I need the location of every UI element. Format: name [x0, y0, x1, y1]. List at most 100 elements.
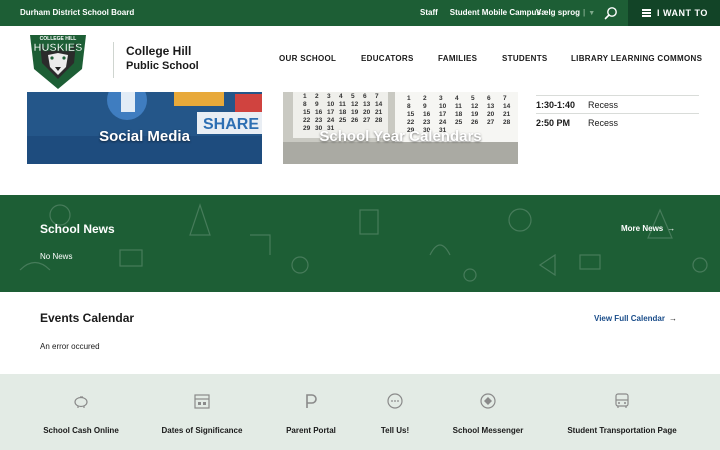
- quick-link-school-cash-online[interactable]: School Cash Online: [43, 392, 119, 435]
- language-separator: |: [583, 8, 586, 17]
- calendar-day-number: 5: [471, 95, 475, 102]
- events-calendar-title: Events Calendar: [40, 311, 135, 325]
- site-header: COLLEGE HILL HUSKIES College Hill Public…: [0, 26, 720, 90]
- view-full-calendar-link[interactable]: View Full Calendar →: [594, 314, 677, 323]
- schedule-time: 1:30-1:40: [536, 99, 576, 110]
- search-icon[interactable]: [604, 6, 618, 20]
- nav-educators[interactable]: EDUCATORS: [361, 54, 414, 63]
- social-media-card[interactable]: SHARE Social Media: [27, 92, 262, 164]
- calendar-day-number: 10: [439, 103, 447, 110]
- school-name-line2: Public School: [126, 60, 199, 72]
- piggy-bank-icon: [74, 396, 88, 408]
- calendar-day-number: 14: [503, 103, 511, 110]
- calendar-day-number: 6: [487, 95, 491, 102]
- calendar-day-number: 10: [327, 101, 335, 108]
- board-link[interactable]: Durham District School Board: [20, 8, 134, 17]
- calendar-day-number: 9: [315, 101, 319, 108]
- calendar-day-number: 24: [327, 117, 335, 124]
- calendar-day-number: 23: [315, 117, 323, 124]
- p-logo-icon: [306, 394, 317, 408]
- calendar-day-number: 5: [351, 93, 355, 100]
- schedule-event: Recess: [588, 99, 619, 110]
- school-logo[interactable]: COLLEGE HILL HUSKIES: [22, 29, 94, 91]
- quick-link-label: Student Transportation Page: [567, 426, 677, 435]
- calendar-day-number: 24: [439, 119, 447, 126]
- social-media-label: Social Media: [99, 128, 190, 145]
- calendar-day-number: 6: [363, 93, 367, 100]
- arrow-right-icon: →: [667, 224, 676, 233]
- calendar-day-number: 1: [407, 95, 411, 102]
- i-want-to-button[interactable]: I WANT TO: [628, 0, 720, 26]
- calendar-day-number: 3: [439, 95, 443, 102]
- calendar-day-number: 22: [303, 117, 311, 124]
- quick-link-label: School Messenger: [452, 426, 524, 435]
- quick-link-label: Parent Portal: [286, 426, 336, 435]
- quick-link-label: Dates of Significance: [161, 426, 243, 435]
- header-divider: [113, 42, 114, 78]
- calendar-day-number: 20: [363, 109, 371, 116]
- calendar-day-number: 12: [351, 101, 359, 108]
- calendar-day-number: 20: [487, 111, 495, 118]
- calendar-day-number: 14: [375, 101, 383, 108]
- calendar-day-number: 16: [315, 109, 323, 116]
- messenger-icon: [480, 393, 496, 409]
- calendar-day-number: 17: [439, 111, 447, 118]
- school-year-calendars-card[interactable]: 1 2 3 4 5 6 7 8 9 10 11 12 13 14 15 16 17 18 19 20 21 22 23 24 2…: [283, 92, 518, 164]
- nav-library-learning-commons[interactable]: LIBRARY LEARNING COMMONS: [571, 54, 702, 63]
- calendar-day-number: 16: [423, 111, 431, 118]
- bell-schedule: 1:30-1:40 Recess 2:50 PM Recess: [536, 95, 699, 131]
- calendar-day-number: 25: [339, 117, 347, 124]
- calendar-day-number: 11: [455, 103, 462, 110]
- more-news-link[interactable]: More News →: [621, 224, 675, 233]
- schedule-event: Recess: [588, 117, 619, 128]
- nav-students[interactable]: STUDENTS: [502, 54, 548, 63]
- calendar-day-number: 28: [503, 119, 511, 126]
- i-want-to-label: I WANT TO: [657, 8, 708, 18]
- calendar-day-number: 18: [339, 109, 347, 116]
- language-arrow-icon: ▼: [588, 10, 596, 17]
- calendar-day-number: 4: [455, 95, 459, 102]
- calendar-icon: [194, 394, 210, 409]
- quick-link-dates-of-significance[interactable]: Dates of Significance: [161, 392, 243, 435]
- utility-bar: Durham District School Board Staff Stude…: [0, 0, 720, 26]
- calendar-day-number: 4: [339, 93, 343, 100]
- language-selector[interactable]: Vælg sprog | ▼: [536, 8, 595, 17]
- quick-link-tell-us[interactable]: Tell Us!: [380, 392, 410, 435]
- utility-links: Staff Student Mobile Campus: [420, 8, 553, 17]
- calendar-day-number: 26: [351, 117, 359, 124]
- calendar-day-number: 8: [407, 103, 411, 110]
- calendar-day-number: 19: [351, 109, 359, 116]
- view-full-calendar-label: View Full Calendar: [594, 314, 665, 323]
- school-name[interactable]: College Hill Public School: [126, 44, 199, 74]
- school-name-line1: College Hill: [126, 44, 192, 58]
- student-mobile-campus-link[interactable]: Student Mobile Campus: [450, 8, 541, 17]
- quick-links-bar: School Cash Online Dates of Significance…: [0, 374, 720, 450]
- quick-link-student-transportation[interactable]: Student Transportation Page: [566, 392, 678, 435]
- quick-link-school-messenger[interactable]: School Messenger: [452, 392, 524, 435]
- calendar-day-number: 3: [327, 93, 331, 100]
- calendar-day-number: 22: [407, 119, 415, 126]
- calendar-day-number: 19: [471, 111, 479, 118]
- calendar-day-number: 26: [471, 119, 479, 126]
- no-news-text: No News: [40, 252, 73, 261]
- nav-our-school[interactable]: OUR SCHOOL: [279, 54, 336, 63]
- nav-families[interactable]: FAMILIES: [438, 54, 477, 63]
- quick-link-label: School Cash Online: [43, 426, 119, 435]
- schedule-time: 2:50 PM: [536, 117, 571, 128]
- staff-link[interactable]: Staff: [420, 8, 438, 17]
- quick-link-parent-portal[interactable]: Parent Portal: [286, 392, 336, 435]
- calendar-day-number: 7: [503, 95, 507, 102]
- calendar-day-number: 1: [303, 93, 307, 100]
- arrow-right-icon: →: [668, 314, 677, 323]
- schedule-row: 2:50 PM Recess: [536, 113, 699, 131]
- calendar-day-number: 21: [503, 111, 511, 118]
- calendar-day-number: 9: [423, 103, 427, 110]
- calendar-day-number: 25: [455, 119, 463, 126]
- calendar-day-number: 7: [375, 93, 379, 100]
- calendar-day-number: 2: [423, 95, 427, 102]
- news-background-pattern: [19, 203, 708, 282]
- menu-icon: [642, 8, 651, 19]
- calendar-day-number: 27: [487, 119, 495, 126]
- calendar-day-number: 12: [471, 103, 479, 110]
- bus-icon: [615, 393, 629, 408]
